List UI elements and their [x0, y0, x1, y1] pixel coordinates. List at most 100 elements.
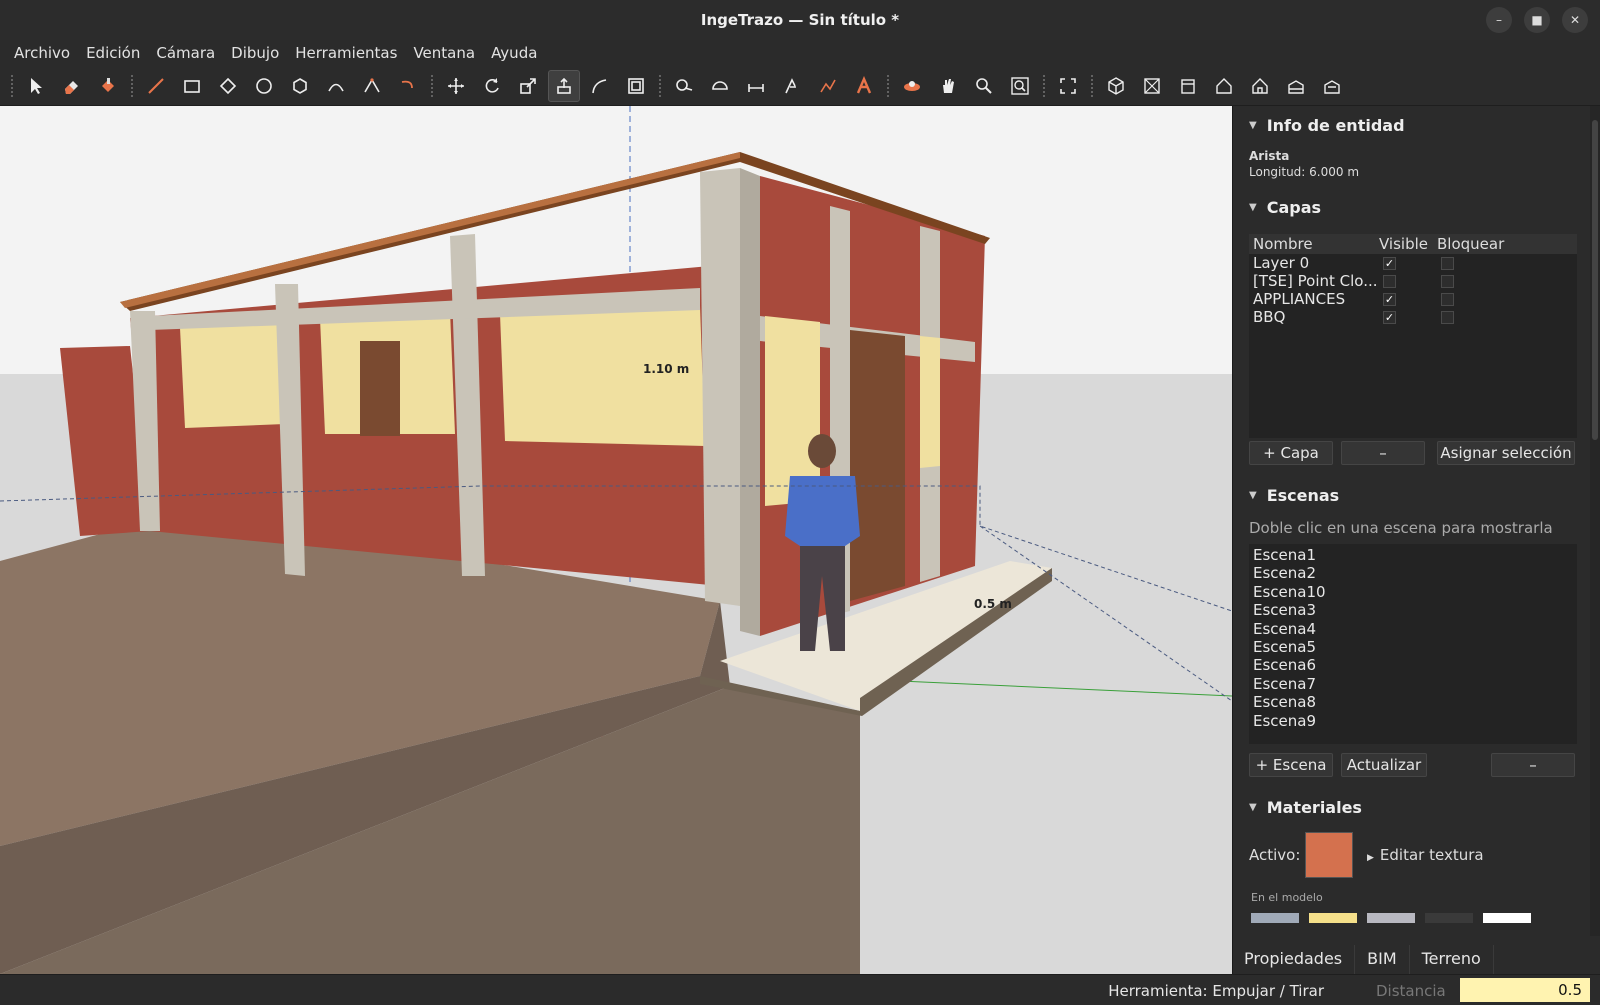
column-lock[interactable]: Bloquear: [1437, 235, 1537, 253]
list-item[interactable]: Escena2: [1249, 564, 1577, 582]
zoom-window-button[interactable]: [1004, 70, 1036, 102]
pie-tool-button[interactable]: [392, 70, 424, 102]
layer-visible-checkbox[interactable]: [1383, 274, 1396, 288]
rotated-rectangle-button[interactable]: [212, 70, 244, 102]
maximize-button[interactable]: ■: [1524, 7, 1550, 33]
entity-info-header[interactable]: ▼ Info de entidad: [1249, 116, 1405, 135]
left-view-button[interactable]: [1280, 70, 1312, 102]
list-item[interactable]: Escena9: [1249, 712, 1577, 730]
layer-row[interactable]: [TSE] Point Clo...: [1249, 272, 1577, 290]
dimension-label-distance[interactable]: 0.5 m: [974, 597, 1012, 611]
text-tool-button[interactable]: [776, 70, 808, 102]
menu-ayuda[interactable]: Ayuda: [483, 44, 545, 62]
material-swatch[interactable]: [1367, 913, 1415, 923]
tab-terrain[interactable]: Terreno: [1410, 945, 1494, 975]
list-item[interactable]: Escena8: [1249, 693, 1577, 711]
3d-viewport[interactable]: 1.10 m 0.5 m: [0, 106, 1232, 974]
select-tool-button[interactable]: [20, 70, 52, 102]
push-pull-tool-button[interactable]: [548, 69, 580, 102]
rotate-tool-button[interactable]: [476, 70, 508, 102]
material-swatch[interactable]: [1483, 913, 1531, 923]
scenes-list[interactable]: Escena1 Escena2 Escena10 Escena3 Escena4…: [1249, 544, 1577, 744]
protractor-button[interactable]: [704, 70, 736, 102]
list-item[interactable]: Escena3: [1249, 601, 1577, 619]
arc-tool-button[interactable]: [320, 70, 352, 102]
axes-tool-button[interactable]: [812, 70, 844, 102]
right-view-button[interactable]: [1208, 70, 1240, 102]
active-material-swatch[interactable]: [1305, 832, 1353, 878]
zoom-extents-button[interactable]: [1052, 70, 1084, 102]
layer-visible-checkbox[interactable]: ✓: [1383, 292, 1396, 306]
layer-lock-checkbox[interactable]: [1441, 256, 1454, 270]
assign-selection-button[interactable]: Asignar selección: [1437, 441, 1575, 465]
dimension-label-height[interactable]: 1.10 m: [643, 362, 689, 376]
tab-bim[interactable]: BIM: [1355, 945, 1410, 975]
minimize-button[interactable]: –: [1486, 7, 1512, 33]
update-scene-button[interactable]: Actualizar: [1341, 753, 1427, 777]
follow-me-button[interactable]: [584, 70, 616, 102]
layer-row[interactable]: APPLIANCES ✓: [1249, 290, 1577, 308]
eraser-tool-button[interactable]: [56, 70, 88, 102]
close-button[interactable]: ✕: [1562, 7, 1588, 33]
iso-view-button[interactable]: [1100, 70, 1132, 102]
pan-tool-button[interactable]: [932, 70, 964, 102]
polygon-tool-button[interactable]: [284, 70, 316, 102]
layer-lock-checkbox[interactable]: [1441, 310, 1454, 324]
offset-tool-button[interactable]: [620, 70, 652, 102]
list-item[interactable]: Escena4: [1249, 620, 1577, 638]
back-view-button[interactable]: [1244, 70, 1276, 102]
add-scene-button[interactable]: + Escena: [1249, 753, 1333, 777]
distance-input[interactable]: 0.5: [1460, 978, 1590, 1002]
material-swatch[interactable]: [1425, 913, 1473, 923]
layer-visible-checkbox[interactable]: ✓: [1383, 256, 1396, 270]
tape-measure-button[interactable]: [668, 70, 700, 102]
dimension-tool-button[interactable]: [740, 70, 772, 102]
list-item[interactable]: Escena10: [1249, 583, 1577, 601]
layer-row[interactable]: Layer 0 ✓: [1249, 254, 1577, 272]
menu-camara[interactable]: Cámara: [148, 44, 223, 62]
material-swatch[interactable]: [1309, 913, 1357, 923]
column-visible[interactable]: Visible: [1379, 235, 1437, 253]
3d-text-button[interactable]: [848, 70, 880, 102]
list-item[interactable]: Escena1: [1249, 546, 1577, 564]
layers-header[interactable]: ▼ Capas: [1249, 198, 1321, 217]
paint-bucket-button[interactable]: [92, 70, 124, 102]
menu-ventana[interactable]: Ventana: [405, 44, 483, 62]
toolbar-grip[interactable]: [10, 73, 14, 98]
front-view-button[interactable]: [1172, 70, 1204, 102]
collapse-triangle-icon: ▼: [1249, 802, 1257, 813]
layer-visible-checkbox[interactable]: ✓: [1383, 310, 1396, 324]
line-tool-button[interactable]: [140, 70, 172, 102]
circle-tool-button[interactable]: [248, 70, 280, 102]
list-item[interactable]: Escena6: [1249, 656, 1577, 674]
arrow-cursor-icon: [31, 77, 42, 94]
material-swatch[interactable]: [1251, 913, 1299, 923]
zoom-tool-button[interactable]: [968, 70, 1000, 102]
tab-properties[interactable]: Propiedades: [1232, 945, 1356, 975]
panel-scrollbar[interactable]: [1590, 106, 1600, 936]
menu-archivo[interactable]: Archivo: [6, 44, 78, 62]
menu-edicion[interactable]: Edición: [78, 44, 148, 62]
orbit-tool-button[interactable]: [896, 70, 928, 102]
layer-lock-checkbox[interactable]: [1441, 274, 1454, 288]
layer-row[interactable]: BBQ ✓: [1249, 308, 1577, 326]
rectangle-tool-button[interactable]: [176, 70, 208, 102]
menu-herramientas[interactable]: Herramientas: [287, 44, 405, 62]
layer-lock-checkbox[interactable]: [1441, 292, 1454, 306]
add-layer-button[interactable]: + Capa: [1249, 441, 1333, 465]
column-name[interactable]: Nombre: [1249, 235, 1379, 253]
scrollbar-thumb[interactable]: [1592, 120, 1598, 440]
scale-tool-button[interactable]: [512, 70, 544, 102]
move-tool-button[interactable]: [440, 70, 472, 102]
remove-scene-button[interactable]: –: [1491, 753, 1575, 777]
top-view-button[interactable]: [1136, 70, 1168, 102]
list-item[interactable]: Escena7: [1249, 675, 1577, 693]
menu-dibujo[interactable]: Dibujo: [223, 44, 287, 62]
edit-texture-toggle[interactable]: ▶ Editar textura: [1367, 846, 1484, 864]
bottom-view-button[interactable]: [1316, 70, 1348, 102]
list-item[interactable]: Escena5: [1249, 638, 1577, 656]
two-point-arc-button[interactable]: [356, 70, 388, 102]
scenes-header[interactable]: ▼ Escenas: [1249, 486, 1339, 505]
materials-header[interactable]: ▼ Materiales: [1249, 798, 1362, 817]
remove-layer-button[interactable]: –: [1341, 441, 1425, 465]
